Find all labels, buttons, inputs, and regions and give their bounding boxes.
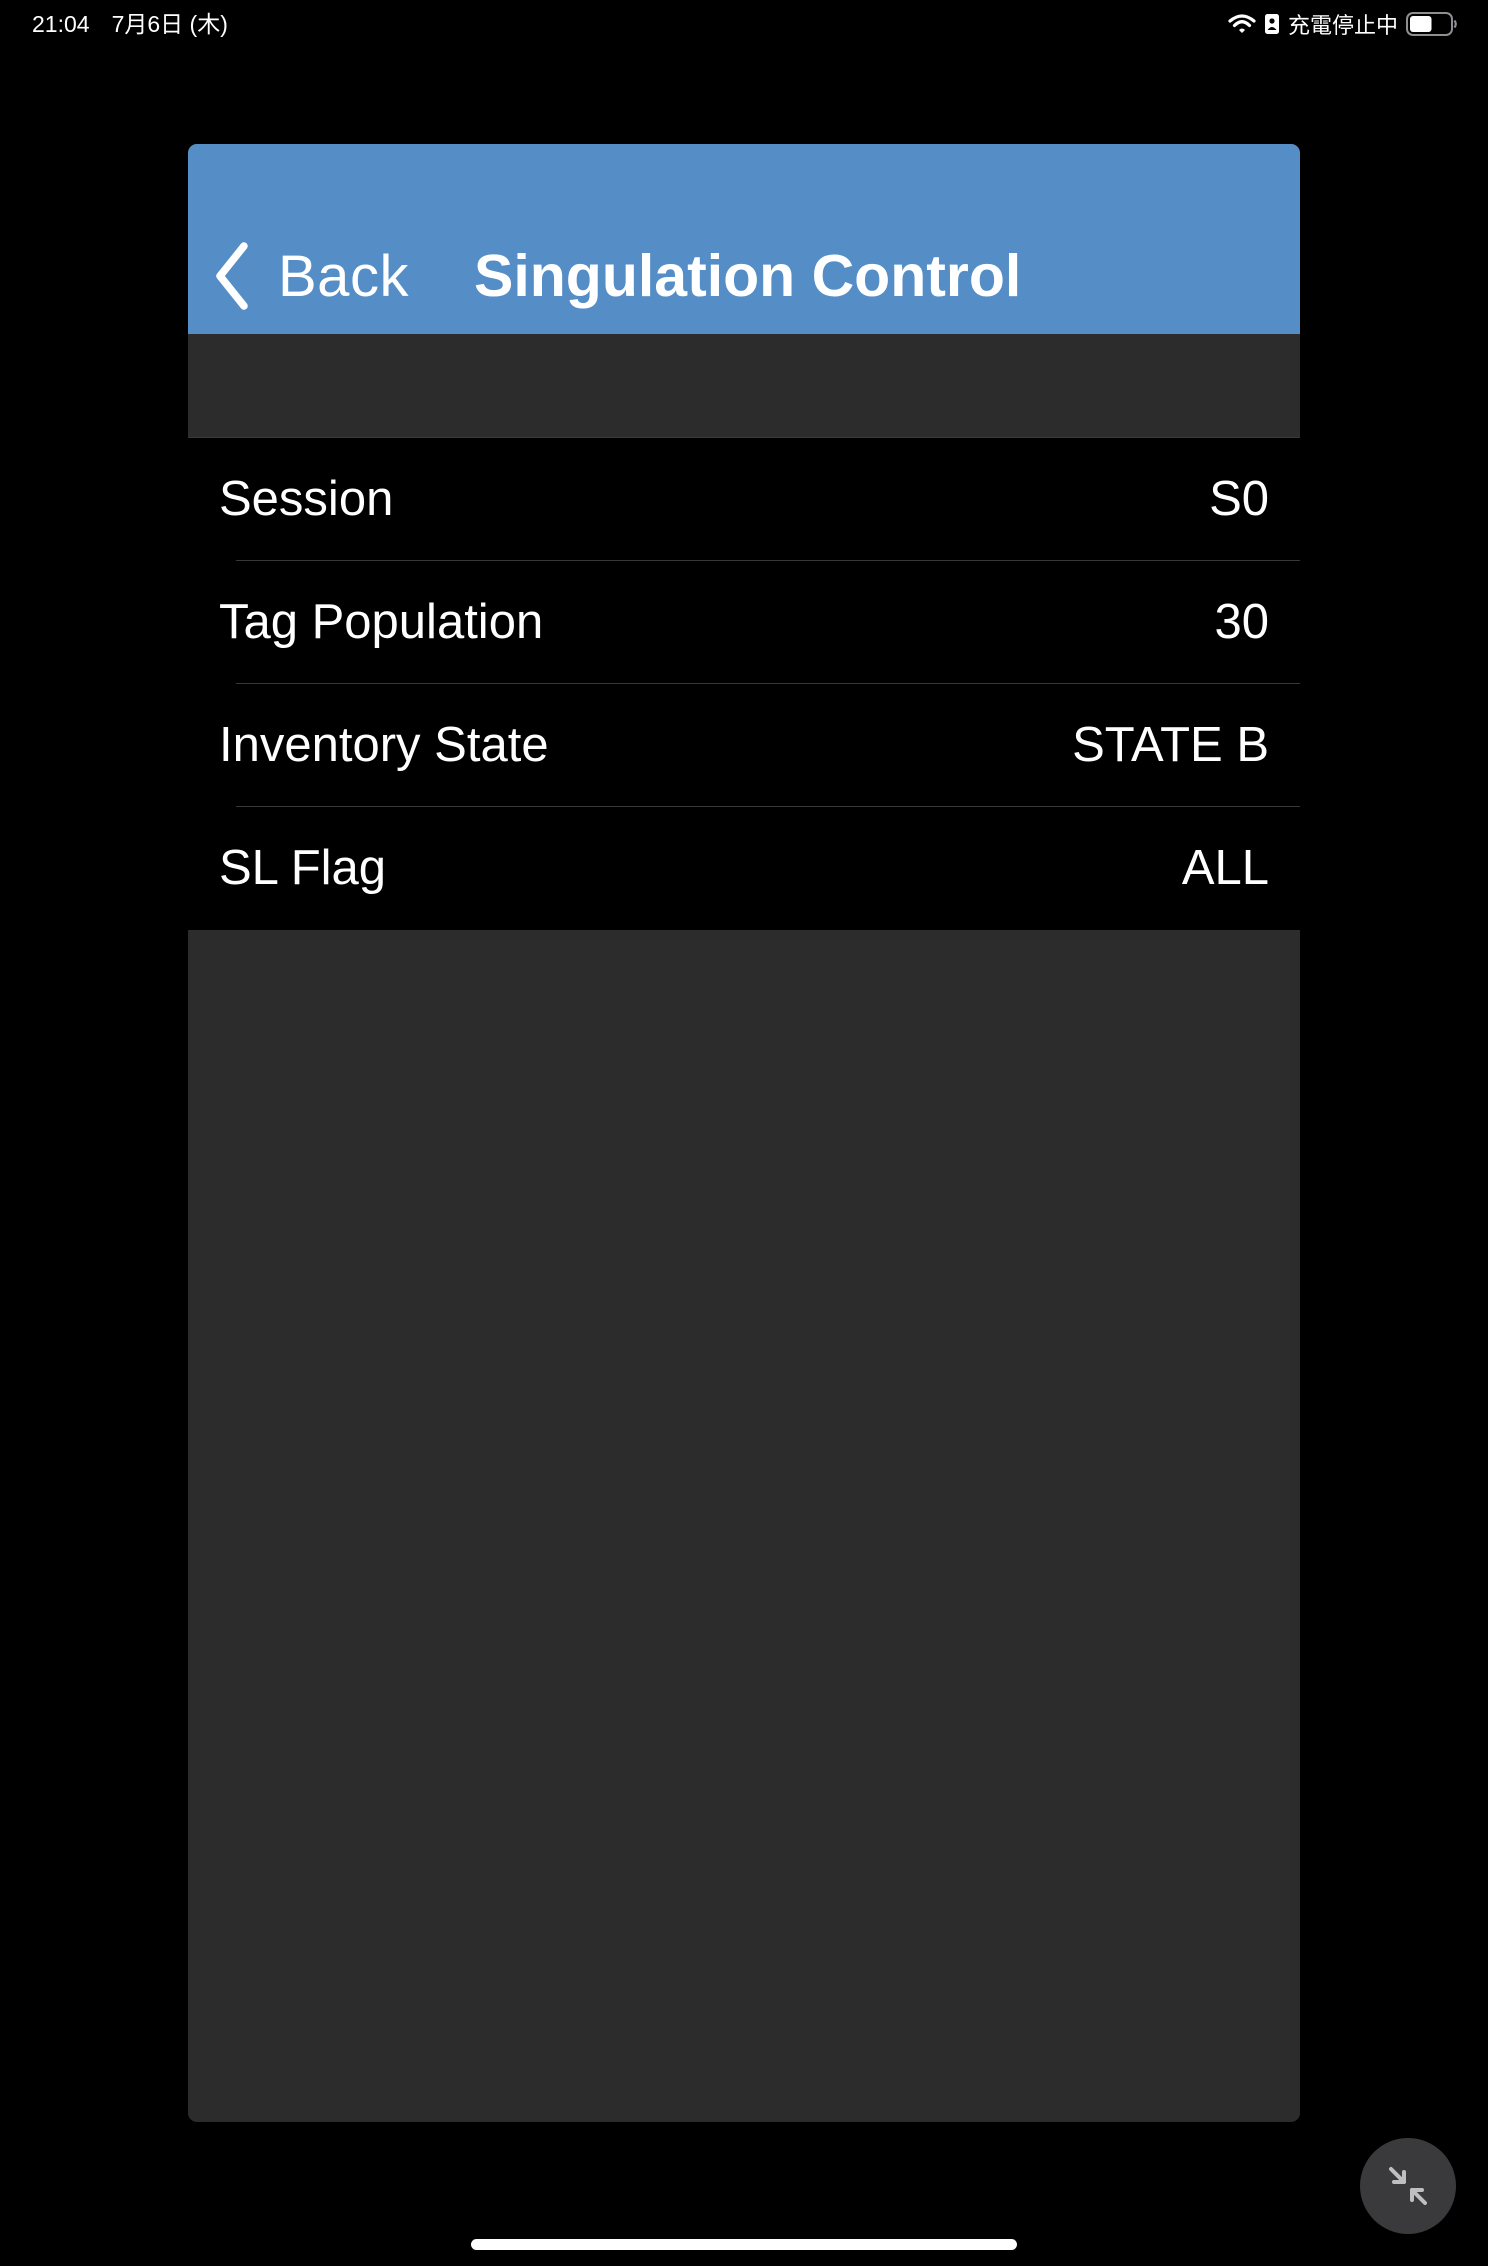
setting-value: STATE B: [1072, 718, 1269, 772]
back-button[interactable]: Back: [212, 226, 409, 326]
setting-row-inventory-state[interactable]: Inventory State STATE B: [188, 684, 1300, 807]
collapse-window-button[interactable]: [1360, 2138, 1456, 2234]
setting-label: Tag Population: [219, 595, 544, 649]
setting-row-tag-population[interactable]: Tag Population 30: [188, 561, 1300, 684]
setting-label: Inventory State: [219, 718, 549, 772]
section-header: [188, 334, 1300, 438]
setting-value: ALL: [1181, 841, 1269, 895]
status-bar-left: 21:04 7月6日 (木): [32, 8, 228, 40]
battery-icon: [1406, 12, 1457, 36]
status-time: 21:04: [32, 11, 90, 37]
collapse-icon: [1389, 2167, 1427, 2205]
sim-icon: [1264, 14, 1279, 34]
home-indicator[interactable]: [471, 2239, 1017, 2250]
screen: 21:04 7月6日 (木) 充電停止中 Back Singulation Co…: [0, 0, 1488, 2266]
status-date: 7月6日 (木): [111, 11, 228, 37]
setting-value: 30: [1214, 595, 1269, 649]
setting-label: SL Flag: [219, 841, 387, 895]
status-bar-right: 充電停止中: [1228, 8, 1458, 40]
setting-row-sl-flag[interactable]: SL Flag ALL: [188, 807, 1300, 930]
setting-value: S0: [1209, 472, 1269, 526]
settings-list: Session S0 Tag Population 30 Inventory S…: [188, 438, 1300, 930]
navigation-bar: Back Singulation Control: [188, 144, 1300, 334]
wifi-icon: [1228, 14, 1256, 33]
singulation-control-panel: Back Singulation Control Session S0 Tag …: [188, 144, 1300, 2122]
status-bar: 21:04 7月6日 (木) 充電停止中: [0, 0, 1488, 50]
setting-row-session[interactable]: Session S0: [188, 438, 1300, 561]
page-title: Singulation Control: [474, 243, 1022, 309]
battery-status-label: 充電停止中: [1287, 13, 1398, 38]
back-chevron-icon: [216, 242, 248, 310]
back-button-label: Back: [278, 243, 409, 309]
setting-label: Session: [219, 472, 394, 526]
